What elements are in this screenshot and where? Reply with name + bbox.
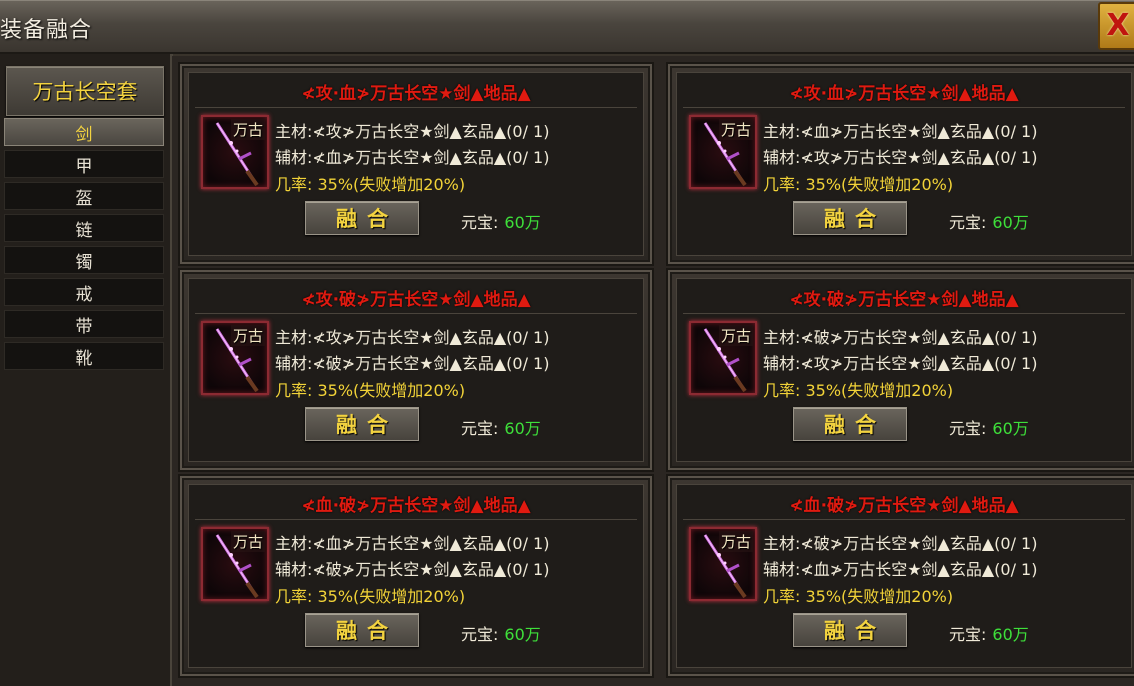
cost: 元宝: 60万 [949,415,1029,439]
result-item-title: ≮血·破≯万古长空★剑▲地品▲ [789,496,1019,516]
fusion-card: ≮攻·破≯万古长空★剑▲地品▲ 万古 主材:≮破≯万古长空★剑▲玄品▲(0/ 1… [666,268,1134,472]
title-bar: 装备融合 X [0,0,1134,54]
result-item-title: ≮攻·破≯万古长空★剑▲地品▲ [301,290,531,310]
divider [195,107,637,108]
fuse-button[interactable]: 融合 [305,201,419,235]
cost-amount: 60万 [992,625,1029,644]
cost: 元宝: 60万 [949,621,1029,645]
window-title: 装备融合 [0,18,93,43]
aux-material: 辅材:≮攻≯万古长空★剑▲玄品▲(0/ 1) [763,354,1038,373]
cost-label: 元宝: [461,625,499,644]
cost-amount: 60万 [992,213,1029,232]
result-item-title: ≮血·破≯万古长空★剑▲地品▲ [301,496,531,516]
card-body: ≮攻·血≯万古长空★剑▲地品▲ 万古 主材:≮血≯万古长空★剑▲玄品▲(0/ 1… [676,72,1132,256]
aux-material: 辅材:≮攻≯万古长空★剑▲玄品▲(0/ 1) [763,148,1038,167]
cost-label: 元宝: [949,419,987,438]
result-item-title: ≮攻·破≯万古长空★剑▲地品▲ [789,290,1019,310]
cost-label: 元宝: [461,419,499,438]
close-button[interactable]: X [1098,2,1134,50]
sword-icon[interactable]: 万古 [201,321,269,395]
cost-amount: 60万 [504,419,541,438]
cost-amount: 60万 [504,213,541,232]
cost-label: 元宝: [949,213,987,232]
success-rate: 几率: 35%(失败增加20%) [275,587,466,606]
card-body: ≮攻·血≯万古长空★剑▲地品▲ 万古 主材:≮攻≯万古长空★剑▲玄品▲(0/ 1… [188,72,644,256]
item-tag: 万古 [230,325,265,346]
fusion-card: ≮血·破≯万古长空★剑▲地品▲ 万古 主材:≮血≯万古长空★剑▲玄品▲(0/ 1… [178,474,654,678]
sidebar-item-ring[interactable]: 戒 [4,278,164,306]
cost: 元宝: 60万 [949,209,1029,233]
slot-list: 剑 甲 盔 链 镯 戒 带 靴 [4,118,164,374]
aux-material: 辅材:≮破≯万古长空★剑▲玄品▲(0/ 1) [275,354,550,373]
sidebar-item-helmet[interactable]: 盔 [4,182,164,210]
main-material: 主材:≮血≯万古长空★剑▲玄品▲(0/ 1) [763,122,1038,141]
main-material: 主材:≮破≯万古长空★剑▲玄品▲(0/ 1) [763,534,1038,553]
fusion-card: ≮攻·破≯万古长空★剑▲地品▲ 万古 主材:≮攻≯万古长空★剑▲玄品▲(0/ 1… [178,268,654,472]
card-body: ≮攻·破≯万古长空★剑▲地品▲ 万古 主材:≮攻≯万古长空★剑▲玄品▲(0/ 1… [188,278,644,462]
sidebar: 万古长空套 剑 甲 盔 链 镯 戒 带 靴 [0,54,173,686]
result-item-title: ≮攻·血≯万古长空★剑▲地品▲ [301,84,531,104]
success-rate: 几率: 35%(失败增加20%) [763,587,954,606]
divider [683,107,1125,108]
card-body: ≮攻·破≯万古长空★剑▲地品▲ 万古 主材:≮破≯万古长空★剑▲玄品▲(0/ 1… [676,278,1132,462]
fuse-button[interactable]: 融合 [793,407,907,441]
sidebar-item-boots[interactable]: 靴 [4,342,164,370]
cost: 元宝: 60万 [461,415,541,439]
divider [195,313,637,314]
sword-icon[interactable]: 万古 [201,115,269,189]
cost-amount: 60万 [992,419,1029,438]
aux-material: 辅材:≮血≯万古长空★剑▲玄品▲(0/ 1) [275,148,550,167]
item-tag: 万古 [718,531,753,552]
aux-material: 辅材:≮破≯万古长空★剑▲玄品▲(0/ 1) [275,560,550,579]
item-tag: 万古 [230,119,265,140]
card-body: ≮血·破≯万古长空★剑▲地品▲ 万古 主材:≮破≯万古长空★剑▲玄品▲(0/ 1… [676,484,1132,668]
success-rate: 几率: 35%(失败增加20%) [763,381,954,400]
fusion-card: ≮攻·血≯万古长空★剑▲地品▲ 万古 主材:≮攻≯万古长空★剑▲玄品▲(0/ 1… [178,62,654,266]
fusion-card: ≮血·破≯万古长空★剑▲地品▲ 万古 主材:≮破≯万古长空★剑▲玄品▲(0/ 1… [666,474,1134,678]
item-tag: 万古 [230,531,265,552]
sidebar-item-bracelet[interactable]: 镯 [4,246,164,274]
sidebar-item-necklace[interactable]: 链 [4,214,164,242]
item-tag: 万古 [718,119,753,140]
fuse-button[interactable]: 融合 [305,407,419,441]
card-body: ≮血·破≯万古长空★剑▲地品▲ 万古 主材:≮血≯万古长空★剑▲玄品▲(0/ 1… [188,484,644,668]
fusion-recipe-grid: ≮攻·血≯万古长空★剑▲地品▲ 万古 主材:≮攻≯万古长空★剑▲玄品▲(0/ 1… [172,56,1134,686]
cost-amount: 60万 [504,625,541,644]
main-material: 主材:≮破≯万古长空★剑▲玄品▲(0/ 1) [763,328,1038,347]
cost: 元宝: 60万 [461,209,541,233]
main-material: 主材:≮攻≯万古长空★剑▲玄品▲(0/ 1) [275,328,550,347]
result-item-title: ≮攻·血≯万古长空★剑▲地品▲ [789,84,1019,104]
cost-label: 元宝: [949,625,987,644]
sword-icon[interactable]: 万古 [689,115,757,189]
sidebar-item-armor[interactable]: 甲 [4,150,164,178]
cost: 元宝: 60万 [461,621,541,645]
sword-icon[interactable]: 万古 [689,321,757,395]
cost-label: 元宝: [461,213,499,232]
sword-icon[interactable]: 万古 [201,527,269,601]
divider [683,519,1125,520]
main-material: 主材:≮攻≯万古长空★剑▲玄品▲(0/ 1) [275,122,550,141]
fuse-button[interactable]: 融合 [305,613,419,647]
fuse-button[interactable]: 融合 [793,613,907,647]
set-name-button[interactable]: 万古长空套 [6,66,164,116]
sidebar-item-sword[interactable]: 剑 [4,118,164,146]
main-material: 主材:≮血≯万古长空★剑▲玄品▲(0/ 1) [275,534,550,553]
success-rate: 几率: 35%(失败增加20%) [763,175,954,194]
success-rate: 几率: 35%(失败增加20%) [275,175,466,194]
fuse-button[interactable]: 融合 [793,201,907,235]
fusion-card: ≮攻·血≯万古长空★剑▲地品▲ 万古 主材:≮血≯万古长空★剑▲玄品▲(0/ 1… [666,62,1134,266]
success-rate: 几率: 35%(失败增加20%) [275,381,466,400]
aux-material: 辅材:≮血≯万古长空★剑▲玄品▲(0/ 1) [763,560,1038,579]
sidebar-item-belt[interactable]: 带 [4,310,164,338]
divider [683,313,1125,314]
equipment-fusion-window: 装备融合 X 万古长空套 剑 甲 盔 链 镯 戒 带 靴 ≮攻·血≯万古长空★剑… [0,0,1134,686]
sword-icon[interactable]: 万古 [689,527,757,601]
divider [195,519,637,520]
item-tag: 万古 [718,325,753,346]
close-icon: X [1106,8,1130,43]
